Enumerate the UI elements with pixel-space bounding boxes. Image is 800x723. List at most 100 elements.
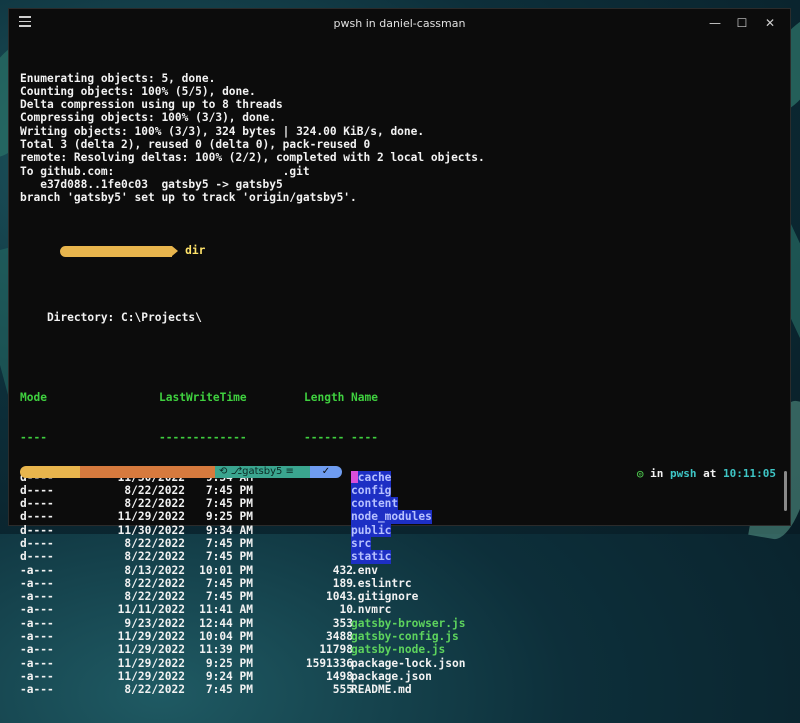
row-name: gatsby-config.js (351, 630, 459, 644)
check-icon: ✓ (321, 466, 331, 477)
row-date: 8/13/2022 (124, 563, 185, 577)
row-date: 8/22/2022 (124, 576, 185, 590)
row-name: gatsby-node.js (351, 643, 446, 657)
table-row: -a--- 11/29/2022 10:04 PM 3488 gatsby-config… (20, 630, 780, 643)
shell-name: pwsh (670, 467, 697, 480)
row-date: 9/23/2022 (124, 616, 185, 630)
table-row: d---- 11/29/2022 9:25 PM node_modules (20, 510, 780, 524)
row-mode: d---- (20, 550, 54, 564)
row-time: 11:39 PM (199, 643, 253, 657)
row-name: static (351, 550, 392, 564)
row-time: 9:24 PM (205, 669, 253, 683)
git-icon: ⟲ (219, 466, 228, 477)
row-time: 10:01 PM (199, 563, 253, 577)
row-date: 11/11/2022 (117, 603, 185, 617)
row-name: public (351, 523, 392, 537)
row-length: 1591336 (305, 656, 353, 670)
right-in-label: in (650, 467, 664, 480)
row-mode: -a--- (20, 576, 54, 590)
status-ok-segment: ✓ (310, 466, 342, 478)
row-mode: -a--- (20, 669, 54, 683)
terminal-output[interactable]: Enumerating objects: 5, done. Counting ob… (20, 45, 780, 697)
table-row: -a--- 11/29/2022 9:24 PM 1498 package.json (20, 670, 780, 683)
row-date: 11/30/2022 (117, 523, 185, 537)
row-length: 3488 (326, 630, 353, 644)
row-time: 7:45 PM (205, 483, 253, 497)
output-line: Total 3 (delta 2), reused 0 (delta 0), p… (20, 138, 371, 152)
prompt-segment (60, 245, 173, 257)
row-name: package.json (351, 669, 432, 683)
row-date: 8/22/2022 (124, 536, 185, 550)
row-name: config (351, 483, 392, 498)
row-date: 8/22/2022 (124, 497, 185, 511)
table-row: -a--- 8/22/2022 7:45 PM 189 .eslintrc (20, 577, 780, 590)
prompt-segment-yellow (20, 466, 80, 478)
branch-name: gatsby5 (242, 466, 283, 477)
row-mode: d---- (20, 536, 54, 550)
output-line: To github.com: .git (20, 164, 310, 178)
git-branch-segment: ⟲ ⎇gatsby5 ≡ (215, 466, 310, 478)
scrollbar-thumb[interactable] (784, 471, 787, 511)
close-button[interactable]: ✕ (760, 14, 780, 32)
status-dot-icon: ◎ (636, 467, 644, 480)
stash-icon: ≡ (285, 466, 294, 477)
row-time: 7:45 PM (205, 683, 253, 697)
output-line: Writing objects: 100% (3/3), 324 bytes |… (20, 124, 425, 138)
row-length: 1498 (326, 669, 353, 683)
row-mode: d---- (20, 523, 54, 537)
header-length: Length (304, 390, 345, 404)
row-date: 11/29/2022 (117, 669, 185, 683)
row-mode: d---- (20, 510, 54, 524)
row-length: 1043 (326, 590, 353, 604)
row-length: 432 (332, 563, 353, 577)
row-name: content (351, 497, 399, 511)
maximize-button[interactable]: ☐ (732, 14, 752, 32)
minimize-button[interactable]: — (705, 14, 725, 32)
table-row: -a--- 9/23/2022 12:44 PM 353 gatsby-browser.… (20, 617, 780, 630)
window-title: pwsh in daniel-cassman (333, 17, 466, 30)
output-line: branch 'gatsby5' set up to track 'origin… (20, 191, 357, 205)
row-length: 11798 (319, 643, 353, 657)
output-line: Counting objects: 100% (5/5), done. (20, 84, 256, 98)
prompt-time: 10:11:05 (723, 467, 776, 480)
row-name: gatsby-browser.js (351, 616, 466, 630)
row-date: 11/29/2022 (117, 643, 185, 657)
row-length: 189 (332, 576, 353, 590)
terminal-window: pwsh in daniel-cassman — ☐ ✕ Enumerating… (8, 8, 791, 697)
row-time: 12:44 PM (199, 616, 253, 630)
prompt-segment-orange (80, 466, 215, 478)
row-time: 11:41 AM (199, 603, 253, 617)
right-at-label: at (703, 467, 717, 480)
table-row: d---- 8/22/2022 7:45 PM src (20, 536, 780, 551)
row-name: .eslintrc (351, 576, 412, 590)
header-lastwrite: LastWriteTime (159, 390, 247, 404)
row-mode: -a--- (20, 603, 54, 617)
header-name: Name (351, 390, 378, 404)
prompt-line: dir (20, 231, 780, 257)
table-row: -a--- 11/29/2022 11:39 PM 11798 gatsby-node.… (20, 643, 780, 656)
row-date: 11/29/2022 (117, 630, 185, 644)
row-mode: -a--- (20, 656, 54, 670)
output-line: remote: Resolving deltas: 100% (2/2), co… (20, 151, 485, 165)
directory-line: Directory: C:\Projects\ (20, 310, 202, 324)
row-date: 11/29/2022 (117, 656, 185, 670)
table-row: -a--- 11/11/2022 11:41 AM 10 .nvmrc (20, 603, 780, 616)
row-name: node_modules (351, 510, 432, 524)
row-name: package-lock.json (351, 656, 466, 670)
title-bar[interactable]: pwsh in daniel-cassman — ☐ ✕ (9, 9, 790, 39)
row-mode: -a--- (20, 683, 54, 697)
underline-lastwrite: ------------- (159, 430, 247, 444)
row-name: src (351, 536, 372, 551)
header-mode: Mode (20, 390, 47, 404)
row-date: 11/29/2022 (117, 510, 185, 524)
row-name: README.md (351, 683, 412, 697)
underline-mode: ---- (20, 430, 47, 444)
output-line: Compressing objects: 100% (3/3), done. (20, 111, 276, 125)
row-time: 7:45 PM (205, 590, 253, 604)
row-time: 7:45 PM (205, 576, 253, 590)
output-line: Enumerating objects: 5, done. (20, 71, 216, 85)
row-mode: d---- (20, 483, 54, 497)
row-length: 555 (332, 683, 353, 697)
row-name: .env (351, 563, 378, 577)
row-date: 8/22/2022 (124, 550, 185, 564)
